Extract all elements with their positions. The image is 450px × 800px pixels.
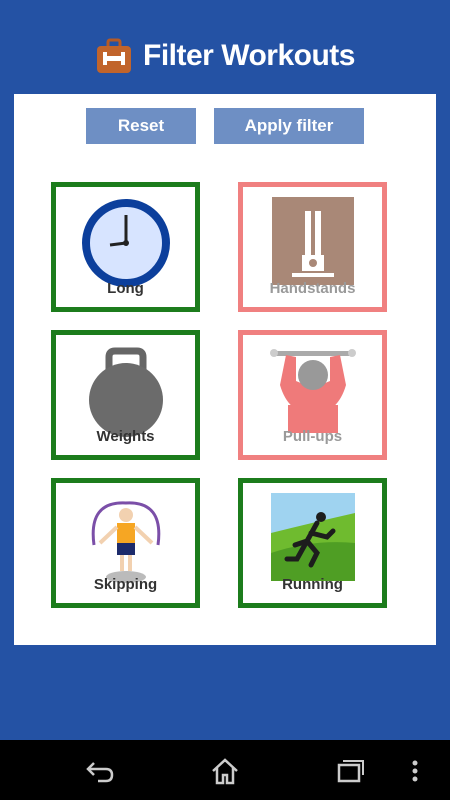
- recents-button[interactable]: [330, 756, 370, 786]
- apply-filter-button[interactable]: Apply filter: [214, 108, 364, 144]
- workout-tile-pullups[interactable]: Pull-ups: [238, 330, 387, 460]
- kettlebell-icon: [88, 347, 163, 437]
- workout-label: Skipping: [93, 576, 158, 593]
- handstand-icon: [271, 197, 354, 285]
- workout-tile-weights[interactable]: Weights: [51, 330, 200, 460]
- toolbox-icon: [97, 38, 132, 73]
- clock-icon: [81, 199, 170, 287]
- recents-icon: [337, 760, 364, 783]
- workout-label: Pull-ups: [282, 428, 343, 445]
- running-icon: [270, 493, 355, 581]
- workout-tile-skipping[interactable]: Skipping: [51, 478, 200, 608]
- overflow-menu-button[interactable]: [405, 756, 425, 786]
- page-title: Filter Workouts: [143, 39, 355, 72]
- pullup-icon: [269, 349, 356, 433]
- workout-label: Handstands: [269, 280, 356, 297]
- app-header: Filter Workouts: [0, 28, 450, 84]
- more-vertical-icon: [412, 760, 418, 782]
- reset-button[interactable]: Reset: [86, 108, 196, 144]
- workout-tile-running[interactable]: Running: [238, 478, 387, 608]
- filter-panel: Reset Apply filter Long Handstands Weigh…: [14, 94, 436, 645]
- back-arrow-icon: [86, 762, 114, 783]
- workout-tile-handstands[interactable]: Handstands: [238, 182, 387, 312]
- skipping-rope-icon: [91, 501, 160, 583]
- home-icon: [212, 758, 238, 785]
- home-button[interactable]: [205, 756, 245, 786]
- android-nav-bar: [0, 740, 450, 800]
- workout-label: Weights: [96, 428, 155, 445]
- workout-label: Running: [282, 576, 343, 593]
- back-button[interactable]: [80, 756, 120, 786]
- workout-tile-long[interactable]: Long: [51, 182, 200, 312]
- workout-label: Long: [107, 280, 144, 297]
